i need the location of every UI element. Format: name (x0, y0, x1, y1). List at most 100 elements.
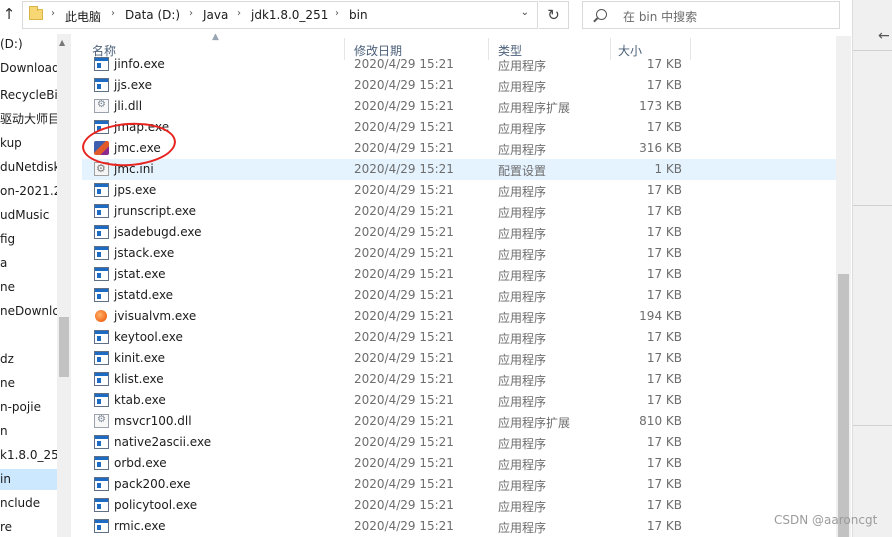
file-date: 2020/4/29 15:21 (354, 330, 454, 344)
nav-item[interactable]: in (0, 469, 58, 490)
nav-item[interactable]: nclude (0, 493, 58, 514)
file-size: 17 KB (646, 120, 682, 134)
file-row[interactable]: keytool.exe 2020/4/29 15:21 应用程序 17 KB (82, 327, 840, 348)
file-date: 2020/4/29 15:21 (354, 162, 454, 176)
file-list: ▲ 名称 修改日期 类型 大小 jinfo.exe 2020/4/29 15:21… (82, 34, 840, 537)
search-box[interactable]: 在 bin 中搜索 (582, 1, 840, 29)
nav-item[interactable]: re (0, 517, 58, 537)
file-row[interactable]: jjs.exe 2020/4/29 15:21 应用程序 17 KB (82, 75, 840, 96)
file-row[interactable]: native2ascii.exe 2020/4/29 15:21 应用程序 17 KB (82, 432, 840, 453)
refresh-button[interactable]: ↻ (539, 1, 569, 29)
scrollbar-thumb[interactable] (838, 274, 849, 537)
file-type: 配置设置 (498, 164, 547, 178)
nav-item[interactable]: RecycleBin (0, 85, 58, 106)
file-type: 应用程序 (498, 395, 547, 409)
scroll-up-icon[interactable]: ▲ (59, 38, 65, 47)
file-name: native2ascii.exe (114, 435, 212, 449)
file-name: keytool.exe (114, 330, 183, 344)
file-row[interactable]: jstat.exe 2020/4/29 15:21 应用程序 17 KB (82, 264, 840, 285)
file-row[interactable]: jsadebugd.exe 2020/4/29 15:21 应用程序 17 KB (82, 222, 840, 243)
file-row[interactable]: rmic.exe 2020/4/29 15:21 应用程序 17 KB (82, 516, 840, 537)
nav-item[interactable] (0, 325, 58, 346)
file-row[interactable]: jmc.exe 2020/4/29 15:21 应用程序 316 KB (82, 138, 840, 159)
file-row[interactable]: jrunscript.exe 2020/4/29 15:21 应用程序 17 KB (82, 201, 840, 222)
nav-item[interactable]: fig (0, 229, 58, 250)
file-row[interactable]: jinfo.exe 2020/4/29 15:21 应用程序 17 KB (82, 54, 840, 75)
nav-item[interactable]: (D:) (0, 34, 58, 55)
nav-item[interactable]: dz (0, 349, 58, 370)
nav-item[interactable]: Download (0, 58, 58, 79)
file-row[interactable]: pack200.exe 2020/4/29 15:21 应用程序 17 KB (82, 474, 840, 495)
file-row[interactable]: ktab.exe 2020/4/29 15:21 应用程序 17 KB (82, 390, 840, 411)
nav-pane-scrollbar[interactable]: ▲ (57, 34, 71, 537)
file-type: 应用程序 (498, 185, 547, 199)
file-row[interactable]: orbd.exe 2020/4/29 15:21 应用程序 17 KB (82, 453, 840, 474)
breadcrumb-separator-icon[interactable]: › (111, 8, 115, 19)
file-date: 2020/4/29 15:21 (354, 393, 454, 407)
file-name: jstatd.exe (114, 288, 174, 302)
file-type: 应用程序 (498, 59, 547, 73)
nav-item[interactable]: a (0, 253, 58, 274)
file-type: 应用程序 (498, 458, 547, 472)
file-row[interactable]: jmap.exe 2020/4/29 15:21 应用程序 17 KB (82, 117, 840, 138)
file-type: 应用程序 (498, 80, 547, 94)
file-size: 316 KB (639, 141, 682, 155)
nav-item[interactable]: neDownlo (0, 301, 58, 322)
file-row[interactable]: jvisualvm.exe 2020/4/29 15:21 应用程序 194 KB (82, 306, 840, 327)
file-row[interactable]: klist.exe 2020/4/29 15:21 应用程序 17 KB (82, 369, 840, 390)
back-arrow-icon[interactable]: ← (878, 28, 890, 44)
address-bar[interactable]: › 此电脑 › Data (D:) › Java › jdk1.8.0_251 … (22, 1, 538, 29)
address-dropdown-icon[interactable]: ⌄ (521, 7, 529, 18)
file-size: 173 KB (639, 99, 682, 113)
breadcrumb-jdk[interactable]: jdk1.8.0_251 (251, 8, 328, 22)
up-arrow-icon[interactable]: ↑ (0, 3, 18, 25)
file-row[interactable]: msvcr100.dll 2020/4/29 15:21 应用程序扩展 810 KB (82, 411, 840, 432)
file-row[interactable]: jstack.exe 2020/4/29 15:21 应用程序 17 KB (82, 243, 840, 264)
file-row[interactable]: jstatd.exe 2020/4/29 15:21 应用程序 17 KB (82, 285, 840, 306)
breadcrumb-separator-icon[interactable]: › (335, 8, 339, 19)
nav-item[interactable]: ne (0, 373, 58, 394)
nav-item[interactable]: duNetdisk (0, 157, 58, 178)
nav-item[interactable]: on-2021.2. (0, 181, 58, 202)
search-icon (596, 9, 607, 20)
file-type: 应用程序 (498, 269, 547, 283)
scrollbar-thumb[interactable] (59, 317, 69, 377)
breadcrumb-separator-icon[interactable]: › (189, 8, 193, 19)
file-size: 1 KB (654, 162, 682, 176)
file-name: jjs.exe (114, 78, 153, 92)
nav-item[interactable]: kup (0, 133, 58, 154)
file-row[interactable]: jmc.ini2020/4/29 15:21配置设置1 KB (82, 159, 840, 180)
file-size: 17 KB (646, 57, 682, 71)
file-name: jps.exe (114, 183, 157, 197)
file-row[interactable]: policytool.exe 2020/4/29 15:21 应用程序 17 KB (82, 495, 840, 516)
breadcrumb-separator-icon[interactable]: › (51, 8, 55, 19)
refresh-icon: ↻ (547, 6, 560, 24)
breadcrumb-bin[interactable]: bin (349, 8, 368, 22)
breadcrumb-this-pc[interactable]: 此电脑 (65, 8, 101, 25)
breadcrumb-java[interactable]: Java (203, 8, 228, 22)
exe-file-icon (94, 477, 109, 491)
breadcrumb-data-drive[interactable]: Data (D:) (125, 8, 180, 22)
file-date: 2020/4/29 15:21 (354, 246, 454, 260)
file-row[interactable]: jps.exe 2020/4/29 15:21 应用程序 17 KB (82, 180, 840, 201)
nav-item[interactable]: n (0, 421, 58, 442)
file-row[interactable]: kinit.exe 2020/4/29 15:21 应用程序 17 KB (82, 348, 840, 369)
file-date: 2020/4/29 15:21 (354, 204, 454, 218)
nav-item[interactable]: n-pojie (0, 397, 58, 418)
file-name: orbd.exe (114, 456, 167, 470)
sort-ascending-icon: ▲ (212, 34, 219, 42)
nav-item[interactable]: k1.8.0_251 (0, 445, 58, 466)
file-date: 2020/4/29 15:21 (354, 78, 454, 92)
file-date: 2020/4/29 15:21 (354, 141, 454, 155)
nav-item[interactable]: ne (0, 277, 58, 298)
nav-item[interactable]: 驱动大师目 (0, 109, 58, 130)
breadcrumb-separator-icon[interactable]: › (237, 8, 241, 19)
exe-file-icon (94, 78, 109, 92)
file-row[interactable]: jli.dll 2020/4/29 15:21 应用程序扩展 173 KB (82, 96, 840, 117)
exe-file-icon (94, 456, 109, 470)
file-list-scrollbar[interactable] (836, 36, 851, 537)
file-name: jrunscript.exe (114, 204, 197, 218)
nav-item[interactable]: udMusic (0, 205, 58, 226)
file-type: 应用程序 (498, 122, 547, 136)
file-date: 2020/4/29 15:21 (354, 183, 454, 197)
